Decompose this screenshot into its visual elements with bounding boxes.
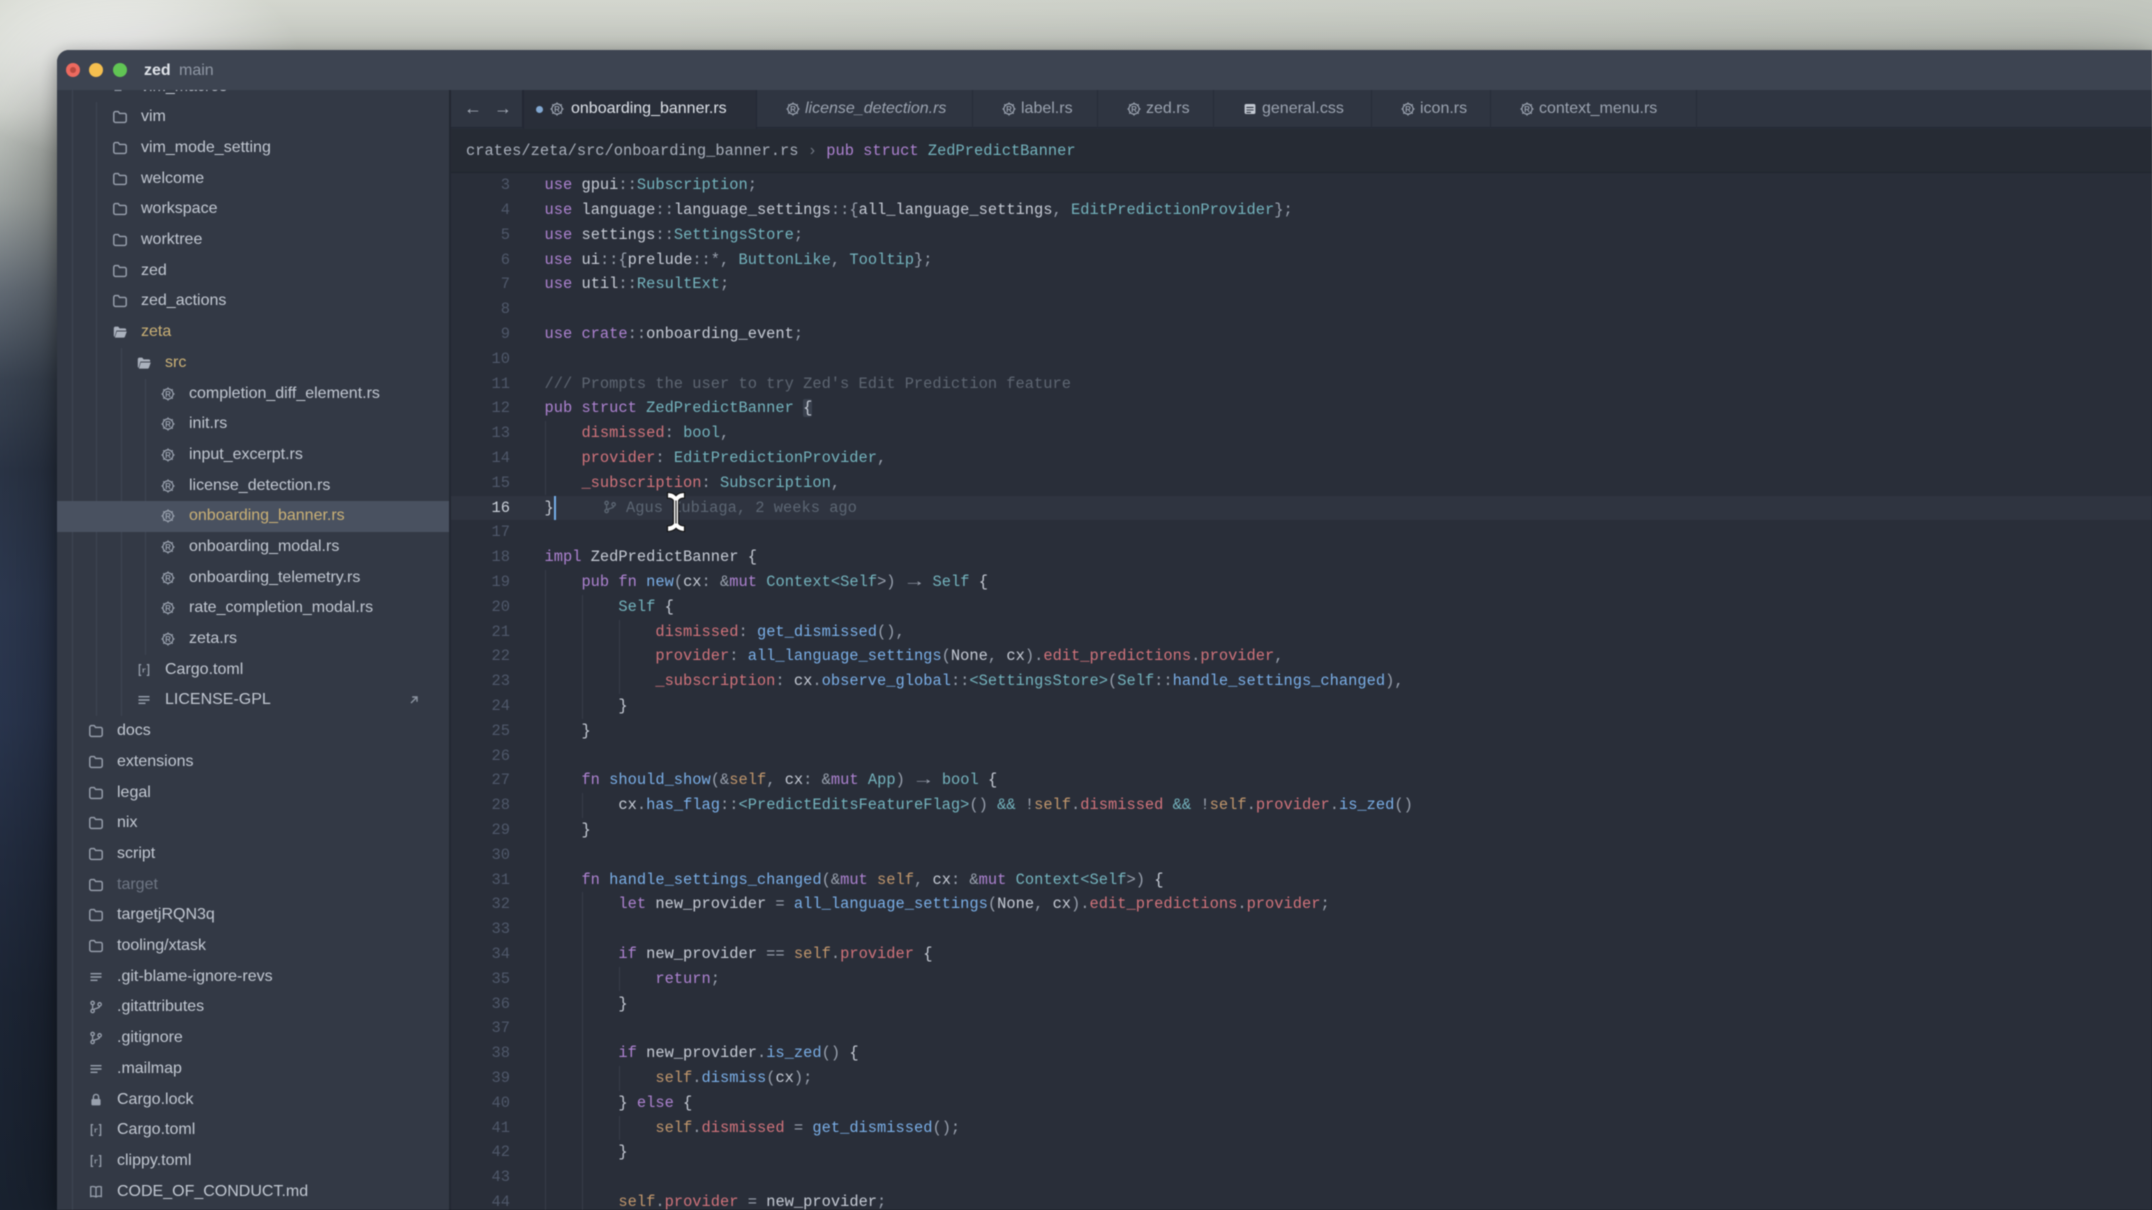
svg-text:R: R [165, 604, 171, 613]
svg-text:r: r [93, 1159, 98, 1167]
svg-text:R: R [165, 451, 171, 460]
svg-text:R: R [1131, 105, 1137, 114]
svg-text:R: R [165, 573, 171, 582]
svg-text:R: R [165, 389, 171, 398]
svg-text:R: R [790, 105, 796, 114]
svg-text:R: R [165, 635, 171, 644]
svg-text:R: R [1405, 105, 1411, 114]
svg-text:r: r [141, 667, 146, 675]
svg-text:r: r [93, 1128, 98, 1136]
svg-text:R: R [1006, 105, 1012, 114]
svg-text:R: R [165, 420, 171, 429]
svg-text:R: R [1524, 105, 1530, 114]
svg-text:R: R [554, 105, 560, 114]
svg-text:R: R [165, 512, 171, 521]
svg-text:R: R [165, 543, 171, 552]
svg-text:R: R [165, 481, 171, 490]
